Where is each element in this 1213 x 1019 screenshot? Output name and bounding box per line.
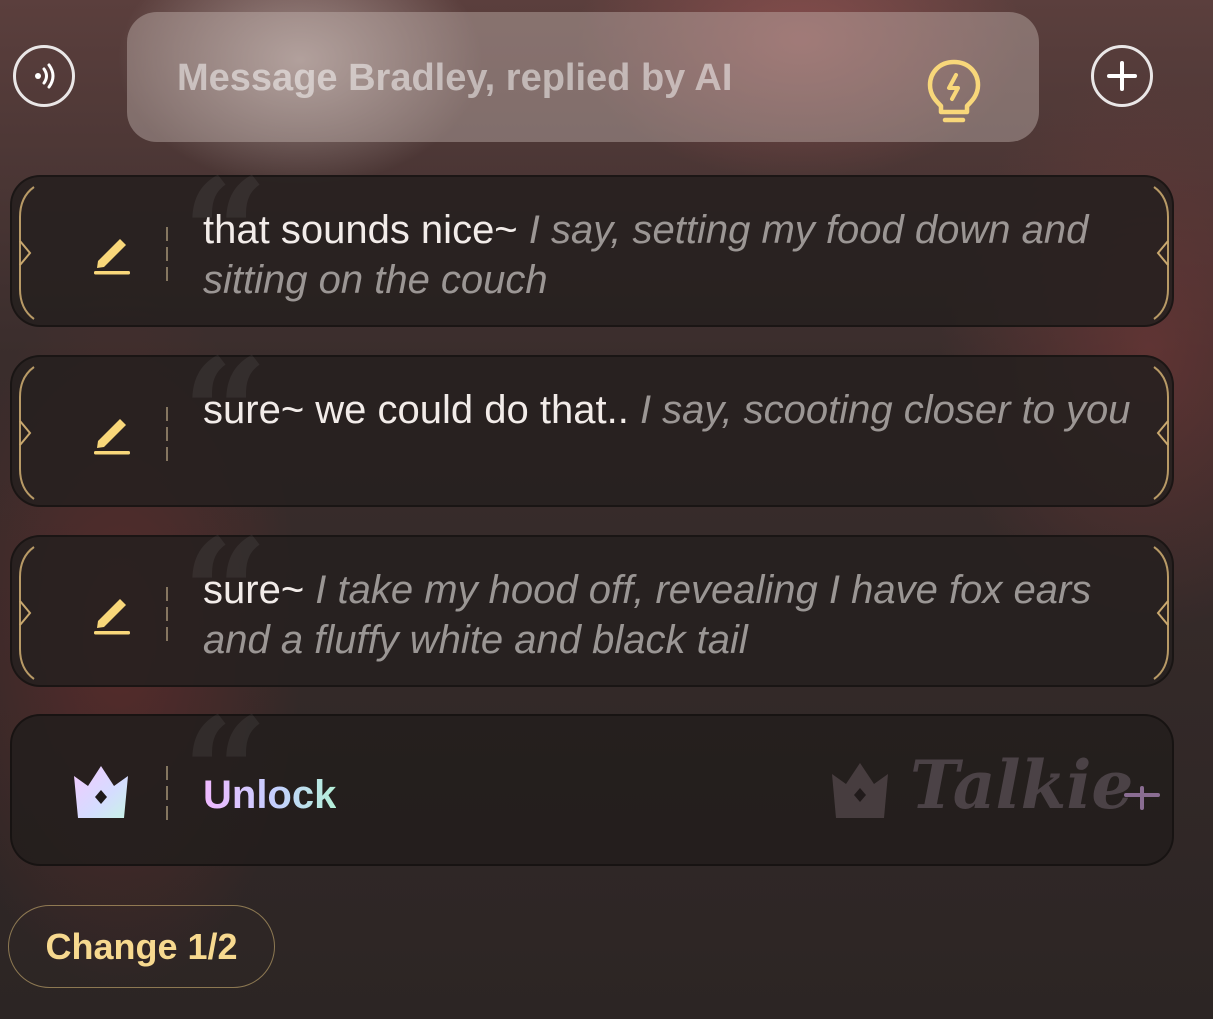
reply-suggestion-1[interactable]: “ that sounds nice~ I say, setting my fo… [10,159,1174,327]
speech-text: that sounds nice~ [203,208,529,252]
brand-crown-icon [832,763,888,818]
suggestion-text: sure~ we could do that.. I say, scooting… [203,385,1133,435]
suggestion-text: sure~ I take my hood off, revealing I ha… [203,565,1133,665]
action-text: I say, scooting closer to you [639,388,1131,432]
pencil-icon [94,419,130,455]
crown-icon [74,766,128,818]
pencil-icon [94,239,130,275]
voice-wave-icon [35,63,55,89]
pencil-icon [94,599,130,635]
edit-button[interactable] [92,231,132,275]
unlock-label: Unlock [203,773,337,817]
reply-suggestion-3[interactable]: “ sure~ I take my hood off, revealing I … [10,519,1174,687]
add-button[interactable] [1091,45,1153,107]
message-input[interactable] [175,54,879,102]
plus-circle-icon [1107,61,1137,91]
lightbulb-icon [927,59,981,123]
speech-text: sure~ we could do that.. [203,388,640,432]
divider [166,227,169,281]
edit-button[interactable] [92,591,132,635]
change-button[interactable]: Change 1/2 [8,905,275,988]
talkie-brand-logo: Talkie [910,746,1134,824]
unlock-card[interactable]: “ Unlock Talkie [10,698,1174,866]
message-box [127,12,1039,142]
divider [166,766,169,820]
voice-button[interactable] [13,45,75,107]
hint-button[interactable] [925,58,983,126]
suggestion-text: that sounds nice~ I say, setting my food… [203,205,1133,305]
speech-text: sure~ [203,568,316,612]
divider [166,407,169,461]
reply-suggestion-2[interactable]: “ sure~ we could do that.. I say, scooti… [10,339,1174,507]
composer-bar [0,0,1213,150]
plus-sparkle-icon [1124,786,1160,810]
edit-button[interactable] [92,411,132,455]
action-text: I take my hood off, revealing I have fox… [203,568,1092,662]
divider [166,587,169,641]
